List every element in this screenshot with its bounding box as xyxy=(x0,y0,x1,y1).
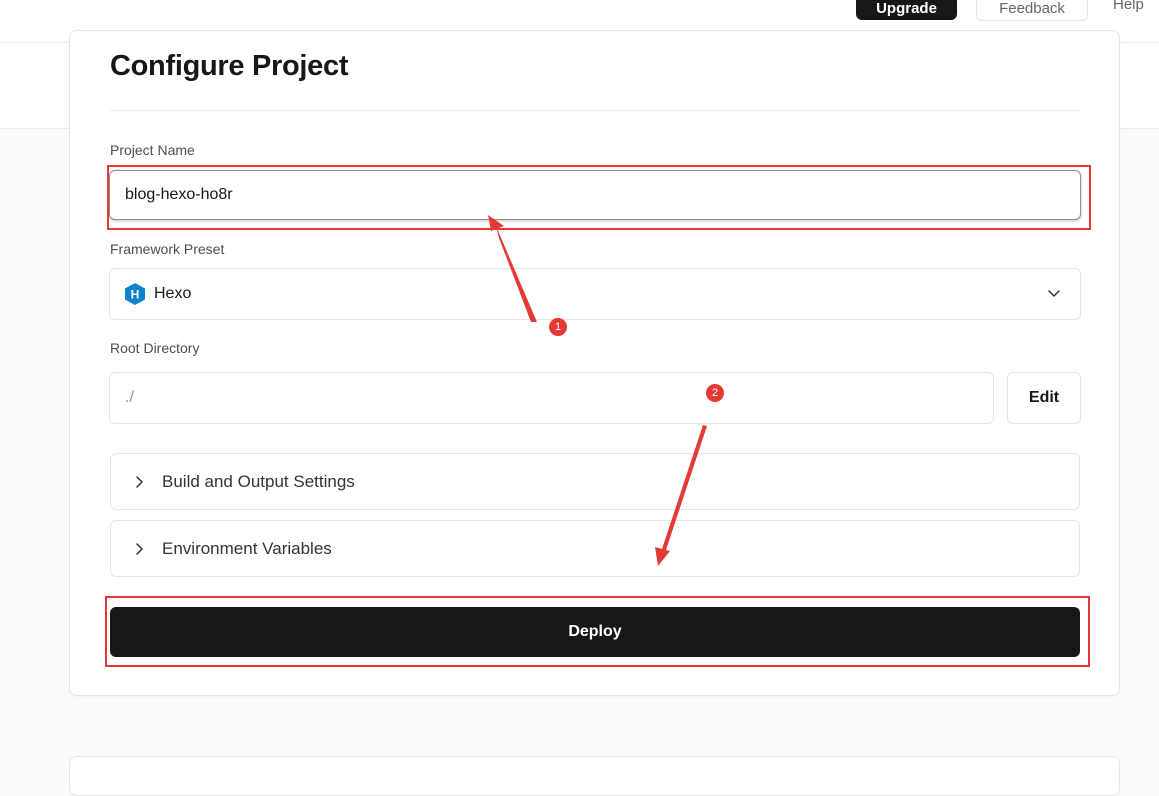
page-title: Configure Project xyxy=(110,50,349,82)
framework-preset-select[interactable]: H Hexo xyxy=(109,268,1081,320)
framework-preset-label: Framework Preset xyxy=(110,241,225,257)
hexo-logo-icon: H xyxy=(125,283,145,305)
build-output-settings-label: Build and Output Settings xyxy=(162,471,355,491)
build-output-settings-toggle[interactable]: Build and Output Settings xyxy=(110,453,1080,510)
annotation-box-deploy xyxy=(105,596,1090,667)
annotation-box-project-name xyxy=(107,165,1091,230)
title-divider xyxy=(110,110,1080,111)
svg-text:H: H xyxy=(131,288,140,302)
edit-root-directory-button[interactable]: Edit xyxy=(1007,372,1081,424)
root-directory-input[interactable]: ./ xyxy=(109,372,994,424)
upgrade-button[interactable]: Upgrade xyxy=(856,0,957,20)
next-section-card xyxy=(69,756,1120,796)
environment-variables-toggle[interactable]: Environment Variables xyxy=(110,520,1080,577)
feedback-button[interactable]: Feedback xyxy=(976,0,1088,21)
annotation-marker-1: 1 xyxy=(549,318,567,336)
root-directory-label: Root Directory xyxy=(110,340,200,356)
root-directory-value: ./ xyxy=(125,389,134,406)
framework-preset-value: Hexo xyxy=(154,285,192,302)
chevron-right-icon xyxy=(136,542,143,555)
chevron-down-icon xyxy=(1048,290,1060,297)
project-name-label: Project Name xyxy=(110,142,195,158)
help-link[interactable]: Help xyxy=(1113,0,1144,13)
chevron-right-icon xyxy=(136,475,143,488)
environment-variables-label: Environment Variables xyxy=(162,538,332,558)
annotation-marker-2: 2 xyxy=(706,384,724,402)
